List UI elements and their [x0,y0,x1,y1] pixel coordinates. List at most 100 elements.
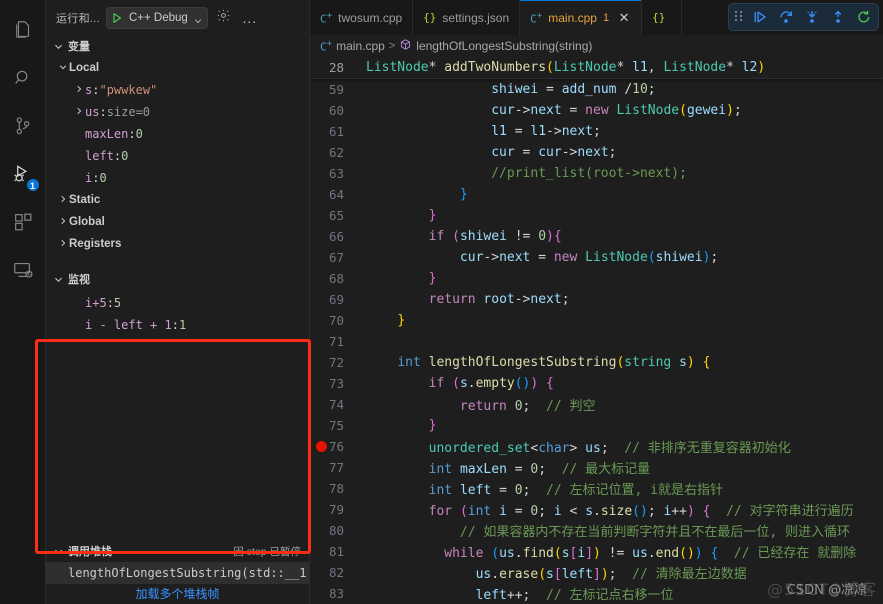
line-content: } [428,208,437,223]
chevron-right-icon [72,106,85,119]
json-file-icon: {} [652,11,666,24]
variable-row-maxLen[interactable]: maxLen: 0 [46,123,309,145]
watch-list: i+5: 5 i - left + 1: 1 [46,290,309,336]
watch-pane-header[interactable]: 监视 [46,268,309,290]
activity-item-run-and-debug[interactable]: 1 [0,152,46,200]
code-line-63[interactable]: 63 //print_list(root->next); [310,163,883,184]
line-number: 83 [328,586,344,601]
code-viewport[interactable]: 59 shiwei = add_num /10; 60 cur->next = … [310,79,883,604]
activity-item-extensions[interactable] [0,200,46,248]
code-line-65[interactable]: 65 } [310,205,883,226]
code-line-73[interactable]: 73 if (s.empty()) { [310,373,883,394]
activity-item-search[interactable] [0,56,46,104]
step-out-icon[interactable] [829,8,847,26]
callstack-load-more[interactable]: 加载多个堆栈帧 [46,584,309,604]
code-line-60[interactable]: 60 cur->next = new ListNode(gewei); [310,100,883,121]
line-content: if (shiwei != 0){ [428,229,562,244]
code-line-80[interactable]: 80 // 如果容器内不存在当前判断字符并且不在最后一位, 则进入循环 [310,520,883,541]
watch-value: 5 [113,296,122,310]
line-content: for (int i = 0; i < s.size(); i++) { // … [428,504,854,519]
line-number: 79 [328,502,344,517]
variable-row-s[interactable]: s: "pwwkew" [46,79,309,101]
tab-twosum-cpp[interactable]: C+ twosum.cpp [310,0,414,35]
code-line-77[interactable]: 77 int maxLen = 0; // 最大标记量 [310,457,883,478]
callstack-status: 因 step 已暂停 [233,545,301,558]
gear-icon [216,8,231,28]
drag-handle-icon[interactable] [734,8,743,26]
code-line-72[interactable]: 72 int lengthOfLongestSubstring(string s… [310,352,883,373]
code-line-64[interactable]: 64 } [310,184,883,205]
code-line-76[interactable]: 76 unordered_set<char> us; // 非排序无重复容器初始… [310,436,883,457]
line-content: //print_list(root->next); [491,166,687,181]
line-number: 69 [328,292,344,307]
code-line-66[interactable]: 66 if (shiwei != 0){ [310,226,883,247]
watch-separator: : [171,318,179,332]
variable-row-left[interactable]: left: 0 [46,145,309,167]
variables-scope-global[interactable]: Global [46,211,309,233]
tab-problem-count: 1 [602,11,610,24]
json-file-icon: {} [423,11,437,24]
variables-pane-header[interactable]: 变量 [46,35,309,57]
code-line-61[interactable]: 61 l1 = l1->next; [310,121,883,142]
search-icon [12,67,34,94]
step-over-icon[interactable] [777,8,795,26]
code-line-62[interactable]: 62 cur = cur->next; [310,142,883,163]
sidebar-header: 运行和... C++ Debug ... [46,0,309,35]
code-line-59[interactable]: 59 shiwei = add_num /10; [310,79,883,100]
code-line-70[interactable]: 70 } [310,310,883,331]
line-content: int maxLen = 0; // 最大标记量 [428,462,651,477]
line-number: 71 [328,334,344,349]
variable-separator: : [92,171,100,185]
start-debug-icon[interactable] [110,11,124,25]
tab-settings-json[interactable]: {} settings.json [413,0,521,35]
debug-settings-button[interactable] [214,8,234,28]
variables-scope-registers[interactable]: Registers [46,233,309,255]
code-line-79[interactable]: 79 for (int i = 0; i < s.size(); i++) { … [310,499,883,520]
cpp-file-icon: C+ [320,9,333,26]
tab-main-cpp[interactable]: C+ main.cpp 1 ✕ [520,0,643,35]
code-line-69[interactable]: 69 return root->next; [310,289,883,310]
activity-item-source-control[interactable] [0,104,46,152]
variables-list: Local s: "pwwkew" us: size=0 maxLen: 0 l… [46,57,309,255]
code-line-75[interactable]: 75 } [310,415,883,436]
scope-label: Global [69,216,105,228]
code-line-67[interactable]: 67 cur->next = new ListNode(shiwei); [310,247,883,268]
line-number: 68 [328,271,344,286]
watch-item[interactable]: i - left + 1: 1 [46,314,309,336]
breakpoint-icon[interactable] [316,441,327,452]
tab-label: twosum.cpp [338,10,403,25]
watch-item[interactable]: i+5: 5 [46,292,309,314]
callstack-frame[interactable]: lengthOfLongestSubstring(std::__1: [46,562,309,584]
restart-icon[interactable] [855,8,873,26]
cpp-file-icon: C+ [530,9,543,26]
ellipsis-icon: ... [242,9,258,26]
tab-extra-json[interactable]: {} [642,0,683,35]
continue-icon[interactable] [751,8,769,26]
variables-scope-static[interactable]: Static [46,189,309,211]
chevron-down-icon [50,271,66,287]
code-line-74[interactable]: 74 return 0; // 判空 [310,394,883,415]
code-line-68[interactable]: 68 } [310,268,883,289]
breadcrumb-symbol[interactable]: lengthOfLongestSubstring(string) [416,39,592,53]
code-line-81[interactable]: 81 while (us.find(s[i]) != us.end()) { /… [310,541,883,562]
variable-row-us[interactable]: us: size=0 [46,101,309,123]
activity-item-remote-explorer[interactable] [0,248,46,296]
close-icon[interactable]: ✕ [617,10,631,26]
step-into-icon[interactable] [803,8,821,26]
breadcrumb-file[interactable]: main.cpp [336,39,385,53]
variables-scope-local[interactable]: Local [46,57,309,79]
sticky-line-text: ListNode* addTwoNumbers(ListNode* l1, Li… [366,60,766,75]
line-content: if (s.empty()) { [428,376,554,391]
chevron-right-icon [56,194,69,207]
callstack-pane-header[interactable]: 调用堆栈 因 step 已暂停 [46,540,309,562]
sidebar-more-actions-button[interactable]: ... [240,8,260,28]
activity-item-explorer[interactable] [0,8,46,56]
line-content: cur = cur->next; [491,145,617,160]
chevron-right-icon [56,238,69,251]
variable-row-i[interactable]: i: 0 [46,167,309,189]
code-line-71[interactable]: 71 [310,331,883,352]
debug-configuration-select[interactable]: C++ Debug [105,6,208,29]
debug-badge-count: 1 [25,178,40,192]
code-line-78[interactable]: 78 int left = 0; // 左标记位置, i就是右指针 [310,478,883,499]
sticky-scroll-line[interactable]: 28 ListNode* addTwoNumbers(ListNode* l1,… [310,57,883,79]
